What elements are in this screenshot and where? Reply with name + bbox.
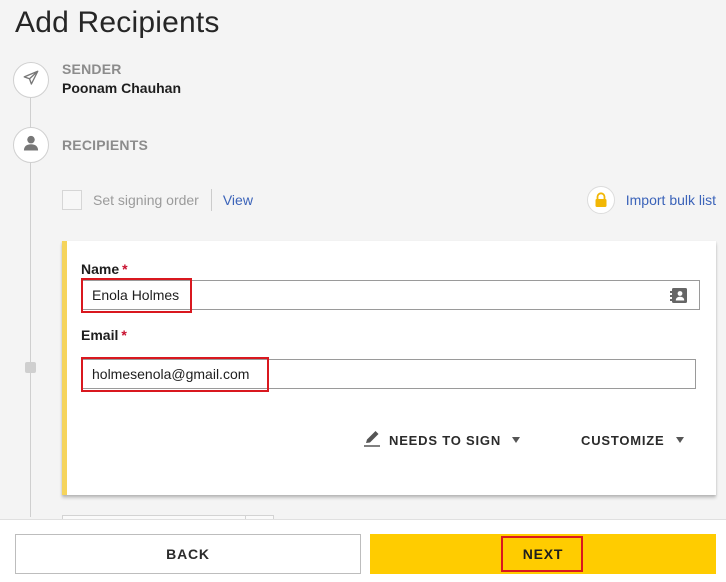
import-bulk-list-link[interactable]: Import bulk list (626, 192, 716, 208)
required-marker: * (121, 327, 127, 343)
chevron-down-icon (512, 437, 521, 443)
customize-dropdown[interactable]: CUSTOMIZE (581, 430, 684, 450)
recipient-card-marker (25, 362, 36, 373)
recipient-email-input[interactable] (81, 359, 696, 389)
recipient-role-dropdown[interactable]: NEEDS TO SIGN (363, 429, 521, 452)
sender-step-label: SENDER (62, 61, 122, 77)
lock-icon (586, 186, 615, 214)
chevron-down-icon (675, 437, 684, 443)
pen-icon (363, 429, 381, 452)
person-icon (21, 133, 41, 158)
name-label: Name * (81, 261, 128, 277)
divider (210, 189, 212, 211)
required-marker: * (122, 261, 128, 277)
recipients-step-icon (13, 127, 49, 163)
email-label: Email * (81, 327, 127, 343)
next-button[interactable]: NEXT (370, 534, 716, 574)
view-order-link[interactable]: View (223, 192, 253, 208)
back-button[interactable]: BACK (15, 534, 361, 574)
sender-step-icon (13, 62, 49, 98)
page-title: Add Recipients (15, 6, 220, 39)
recipient-name-input[interactable] (81, 280, 700, 310)
customize-label: CUSTOMIZE (581, 432, 665, 448)
contacts-icon[interactable] (669, 286, 689, 304)
signing-order-checkbox[interactable] (62, 190, 82, 210)
signing-order-label: Set signing order (93, 192, 199, 208)
sender-name: Poonam Chauhan (62, 80, 182, 96)
recipients-step-label: RECIPIENTS (62, 137, 149, 153)
recipient-card: Name* Email* NEEDS TO SIGN CUSTOMIZE (62, 241, 716, 495)
footer-bar: BACK NEXT (0, 519, 726, 582)
signing-order-row: Set signing order View (62, 188, 253, 212)
send-icon (22, 69, 40, 92)
import-bulk-list[interactable]: Import bulk list (586, 186, 716, 214)
recipient-role-label: NEEDS TO SIGN (389, 432, 502, 448)
